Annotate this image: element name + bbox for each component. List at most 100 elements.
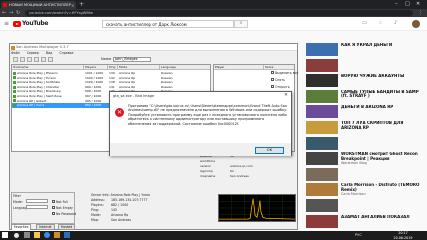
video-thumbnail[interactable] <box>306 105 338 119</box>
col-ping[interactable]: Ping <box>108 65 118 70</box>
reload-icon[interactable]: ↻ <box>16 9 20 17</box>
video-title[interactable]: АЗАМАТ АНГАЛИЕВ ПОКАЗАЛ <box>341 215 425 220</box>
tab-internet[interactable]: Internet <box>36 224 55 230</box>
col-player[interactable]: Player <box>214 65 264 70</box>
tray-language[interactable]: РУС <box>355 233 362 237</box>
ping-graph <box>218 194 296 222</box>
settings-icon[interactable] <box>48 57 53 62</box>
url-text: youtube.com/watch?v=HFYsgWBfw <box>29 11 93 15</box>
clock-date: 20.06.2019 <box>393 235 413 240</box>
video-channel: Carla Morrison <box>341 192 366 197</box>
youtube-logo-text[interactable]: YouTube <box>22 20 48 27</box>
error-icon: ✕ <box>115 108 124 117</box>
video-title[interactable]: Carla Morrison - Disfruto (TEMORO Remix) <box>341 183 425 192</box>
search-icon[interactable]: ⌕ <box>234 20 248 28</box>
address-label: Address: <box>91 198 105 202</box>
clock[interactable]: 20:17 20.06.2019 <box>392 231 414 240</box>
cell-host: Arizona RP | Yuma <box>17 103 45 108</box>
avatar[interactable] <box>412 20 420 28</box>
samp-app-icon <box>11 45 15 50</box>
video-thumbnail[interactable] <box>306 167 338 181</box>
video-title[interactable]: САМЫЕ ТУПЫЕ БАНДИТЫ В SAMP (ft. STRAYF ) <box>341 90 425 99</box>
dialog-message: Программа "C:\Users\gta.sa\rus.ru\ Users… <box>128 104 288 126</box>
video-title[interactable]: ТОП 7 ЛУА СКРИПТОВ ДЛЯ ARIZONA RP <box>341 121 425 130</box>
forward-icon[interactable]: → <box>9 9 13 17</box>
samp-title: San Andreas Multiplayer 0.3.7 <box>16 45 69 49</box>
explorer-icon[interactable] <box>34 232 40 238</box>
filter-mode-input[interactable] <box>26 199 48 203</box>
side-option-checkbox[interactable] <box>271 85 274 88</box>
bell-icon[interactable]: ♪ <box>394 20 397 26</box>
video-thumbnail[interactable] <box>306 152 338 166</box>
video-thumbnail[interactable] <box>306 58 338 72</box>
video-thumbnail[interactable] <box>306 74 338 88</box>
video-thumbnail[interactable] <box>306 199 338 212</box>
app-taskbar-icon[interactable] <box>64 232 70 238</box>
video-thumbnail[interactable] <box>306 183 338 197</box>
video-title[interactable]: ВОРУЮ ЧУЖИЕ АККАУНТЫ <box>341 74 425 79</box>
add-server-icon[interactable] <box>20 57 25 62</box>
minimize-window-icon[interactable]: – <box>395 0 398 8</box>
browser-menu-icon[interactable]: ⋮ <box>418 9 423 17</box>
dialog-close-icon[interactable]: ✕ <box>281 92 291 99</box>
video-title[interactable]: КАК Я УКРАЛ ДЕНЬГИ <box>341 43 425 48</box>
col-hostname[interactable]: Hostname <box>12 65 84 70</box>
server-tabs: Favorites Internet Hosted <box>11 224 131 230</box>
rule-name: lagcomp <box>200 169 213 173</box>
menu-view[interactable]: Вид <box>46 51 52 55</box>
tab-hosted[interactable]: Hosted <box>58 224 76 230</box>
screen: НОВЫЙ МОЩНЫЙ АНТИСТИЛЛЕР - YouTube × + –… <box>0 0 427 240</box>
col-players[interactable]: Players <box>84 65 108 70</box>
col-score[interactable]: Score <box>264 65 294 70</box>
new-tab-button[interactable]: + <box>79 1 84 8</box>
browser-tab[interactable]: НОВЫЙ МОЩНЫЙ АНТИСТИЛЛЕР - YouTube × <box>1 1 76 9</box>
tab-favorites[interactable]: Favorites <box>11 224 32 230</box>
side-option-checkbox[interactable] <box>271 71 274 74</box>
url-input[interactable]: youtube.com/watch?v=HFYsgWBfw <box>25 10 413 16</box>
camera-icon[interactable]: ▭ <box>362 20 367 26</box>
video-thumbnail[interactable] <box>306 214 338 228</box>
apps-icon[interactable]: ⁙ <box>378 20 382 26</box>
menu-server[interactable]: Сервер <box>27 51 39 55</box>
windows-start-icon[interactable] <box>2 232 8 238</box>
menu-file[interactable]: Файл <box>11 51 20 55</box>
nickname-input[interactable]: John_Bridges <box>113 57 151 62</box>
back-icon[interactable]: ← <box>2 9 6 17</box>
not-empty-label: Not Empty <box>56 205 73 210</box>
not-full-checkbox[interactable] <box>52 200 55 203</box>
close-window-icon[interactable]: ✕ <box>416 0 420 8</box>
close-tab-icon[interactable]: × <box>71 3 74 8</box>
search-input[interactable]: скачать антистиллер от Дарк Люксом <box>102 20 234 28</box>
delete-server-icon[interactable] <box>27 57 32 62</box>
no-password-checkbox[interactable] <box>52 212 55 215</box>
col-mode[interactable]: Mode <box>118 65 160 70</box>
copy-icon[interactable] <box>41 57 46 62</box>
not-full-label: Not Full <box>56 199 69 204</box>
hamburger-icon[interactable]: ≡ <box>4 20 9 27</box>
not-empty-checkbox[interactable] <box>52 206 55 209</box>
samp-toolbar <box>11 56 296 64</box>
rule-value: San Andreas <box>230 174 249 178</box>
task-view-icon[interactable] <box>24 232 30 238</box>
video-thumbnail[interactable] <box>306 89 338 103</box>
youtube-logo-icon[interactable] <box>13 21 21 27</box>
video-thumbnail[interactable] <box>306 136 338 150</box>
chrome-icon[interactable] <box>44 232 50 238</box>
name-label: Name <box>101 57 112 61</box>
video-thumbnail[interactable] <box>306 121 338 134</box>
video-title[interactable]: WORSTMAN смотрит Ghost Recon Breakpoint … <box>341 152 425 161</box>
connect-icon[interactable] <box>13 57 18 62</box>
ok-button[interactable]: ОК <box>255 147 284 154</box>
col-language[interactable]: Language <box>160 65 210 70</box>
samp-taskbar-icon[interactable] <box>54 232 60 238</box>
video-thumbnail[interactable] <box>306 43 338 56</box>
video-title[interactable]: ДЕНЬГИ В ARIZONA RP <box>341 105 425 110</box>
search-taskbar-icon[interactable] <box>14 233 19 238</box>
refresh-icon[interactable] <box>34 57 39 62</box>
menu-help[interactable]: Справка <box>59 51 73 55</box>
recommendation-item[interactable]: АЗАМАТ АНГАЛИЕВ ПОКАЗАЛ <box>306 214 427 233</box>
side-option-checkbox[interactable] <box>271 78 274 81</box>
maximize-window-icon[interactable]: □ <box>405 0 410 8</box>
filter-language-input[interactable] <box>26 205 48 209</box>
rule-name: mapname <box>200 174 216 178</box>
